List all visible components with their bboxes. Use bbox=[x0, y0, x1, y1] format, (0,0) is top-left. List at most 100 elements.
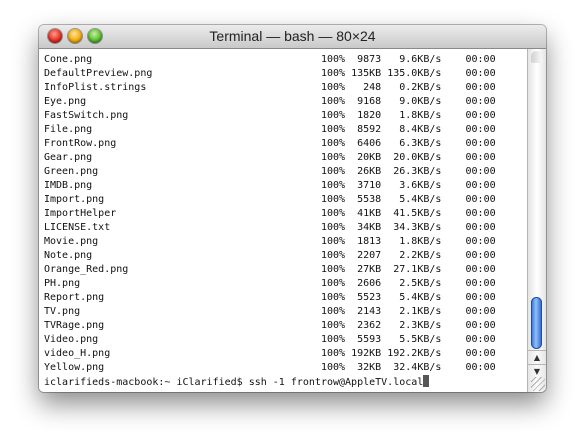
transfer-rate: 26.3KB/s bbox=[393, 166, 442, 177]
file-name: Report.png bbox=[44, 292, 105, 303]
transfer-row: TV.png 100% 2143 2.1KB/s 00:00 bbox=[44, 305, 496, 319]
transfer-time: 00:00 bbox=[465, 138, 496, 149]
transfer-rate: 5.5KB/s bbox=[399, 334, 442, 345]
transfer-time: 00:00 bbox=[465, 124, 496, 135]
transfer-size: 5538 bbox=[357, 194, 382, 205]
transfer-rate: 1.8KB/s bbox=[399, 236, 442, 247]
transfer-rate: 41.5KB/s bbox=[393, 208, 442, 219]
transfer-size: 9873 bbox=[357, 54, 382, 65]
file-name: Movie.png bbox=[44, 236, 99, 247]
transfer-rate: 27.1KB/s bbox=[393, 264, 442, 275]
transfer-percent: 100% bbox=[320, 306, 346, 317]
transfer-row: PH.png 100% 2606 2.5KB/s 00:00 bbox=[44, 277, 496, 291]
transfer-size: 248 bbox=[363, 82, 382, 93]
transfer-size: 5593 bbox=[357, 334, 382, 345]
file-name: FrontRow.png bbox=[44, 138, 117, 149]
file-name: Note.png bbox=[44, 250, 93, 261]
vertical-scrollbar[interactable]: ▲ ▼ bbox=[527, 49, 546, 392]
transfer-rate: 6.3KB/s bbox=[399, 138, 442, 149]
terminal-content[interactable]: Cone.png 100% 9873 9.6KB/s 00:00 DefaultP… bbox=[39, 49, 528, 392]
transfer-time: 00:00 bbox=[465, 180, 496, 191]
transfer-percent: 100% bbox=[320, 348, 346, 359]
terminal-window: Terminal — bash — 80×24 Cone.png 100% 98… bbox=[39, 25, 546, 392]
transfer-rate: 8.4KB/s bbox=[399, 124, 442, 135]
transfer-row: Video.png 100% 5593 5.5KB/s 00:00 bbox=[44, 333, 496, 347]
transfer-size: 2606 bbox=[357, 278, 382, 289]
transfer-size: 1820 bbox=[357, 110, 382, 121]
transfer-size: 26KB bbox=[357, 166, 382, 177]
transfer-size: 41KB bbox=[357, 208, 382, 219]
command-input[interactable]: ssh -1 frontrow@AppleTV.local bbox=[249, 377, 424, 388]
text-cursor bbox=[423, 375, 430, 387]
transfer-time: 00:00 bbox=[465, 54, 496, 65]
transfer-percent: 100% bbox=[320, 180, 346, 191]
transfer-time: 00:00 bbox=[465, 194, 496, 205]
terminal-output: Cone.png 100% 9873 9.6KB/s 00:00 DefaultP… bbox=[44, 53, 496, 389]
transfer-percent: 100% bbox=[320, 264, 346, 275]
transfer-row: Import.png 100% 5538 5.4KB/s 00:00 bbox=[44, 193, 496, 207]
transfer-size: 5523 bbox=[357, 292, 382, 303]
file-name: File.png bbox=[44, 124, 93, 135]
file-name: Orange_Red.png bbox=[44, 264, 129, 275]
file-name: TV.png bbox=[44, 306, 81, 317]
resize-grip-icon[interactable] bbox=[531, 377, 545, 391]
transfer-size: 34KB bbox=[357, 222, 382, 233]
transfer-size: 2362 bbox=[357, 320, 382, 331]
transfer-row: Movie.png 100% 1813 1.8KB/s 00:00 bbox=[44, 235, 496, 249]
scroll-down-arrow[interactable]: ▼ bbox=[528, 364, 546, 378]
shell-prompt: iclarifieds-macbook:~ iClarified$ bbox=[44, 377, 249, 388]
transfer-row: InfoPlist.strings 100% 248 0.2KB/s 00:00 bbox=[44, 81, 496, 95]
transfer-size: 32KB bbox=[357, 362, 382, 373]
transfer-size: 2207 bbox=[357, 250, 382, 261]
transfer-percent: 100% bbox=[320, 320, 346, 331]
transfer-row: Report.png 100% 5523 5.4KB/s 00:00 bbox=[44, 291, 496, 305]
transfer-percent: 100% bbox=[320, 54, 346, 65]
transfer-size: 8592 bbox=[357, 124, 382, 135]
transfer-percent: 100% bbox=[320, 362, 346, 373]
transfer-time: 00:00 bbox=[465, 306, 496, 317]
transfer-time: 00:00 bbox=[465, 334, 496, 345]
transfer-time: 00:00 bbox=[465, 222, 496, 233]
transfer-percent: 100% bbox=[320, 292, 346, 303]
file-name: ImportHelper bbox=[44, 208, 117, 219]
file-name: PH.png bbox=[44, 278, 81, 289]
transfer-row: LICENSE.txt 100% 34KB 34.3KB/s 00:00 bbox=[44, 221, 496, 235]
transfer-row: Note.png 100% 2207 2.2KB/s 00:00 bbox=[44, 249, 496, 263]
scroll-up-arrow[interactable]: ▲ bbox=[528, 350, 546, 364]
transfer-row: IMDB.png 100% 3710 3.6KB/s 00:00 bbox=[44, 179, 496, 193]
transfer-row: video_H.png 100% 192KB 192.2KB/s 00:00 bbox=[44, 347, 496, 361]
transfer-rate: 9.6KB/s bbox=[399, 54, 442, 65]
transfer-size: 3710 bbox=[357, 180, 382, 191]
scrollbar-thumb[interactable] bbox=[531, 297, 542, 349]
transfer-percent: 100% bbox=[320, 152, 346, 163]
file-name: LICENSE.txt bbox=[44, 222, 111, 233]
transfer-rate: 1.8KB/s bbox=[399, 110, 442, 121]
transfer-percent: 100% bbox=[320, 334, 346, 345]
transfer-time: 00:00 bbox=[465, 68, 496, 79]
transfer-row: TVRage.png 100% 2362 2.3KB/s 00:00 bbox=[44, 319, 496, 333]
transfer-row: FrontRow.png 100% 6406 6.3KB/s 00:00 bbox=[44, 137, 496, 151]
file-name: Eye.png bbox=[44, 96, 87, 107]
transfer-percent: 100% bbox=[320, 194, 346, 205]
transfer-row: DefaultPreview.png 100% 135KB 135.0KB/s … bbox=[44, 67, 496, 81]
transfer-percent: 100% bbox=[320, 138, 346, 149]
transfer-rate: 9.0KB/s bbox=[399, 96, 442, 107]
transfer-row: Orange_Red.png 100% 27KB 27.1KB/s 00:00 bbox=[44, 263, 496, 277]
transfer-size: 2143 bbox=[357, 306, 382, 317]
transfer-rate: 2.3KB/s bbox=[399, 320, 442, 331]
title-bar[interactable]: Terminal — bash — 80×24 bbox=[39, 25, 546, 49]
transfer-time: 00:00 bbox=[465, 278, 496, 289]
transfer-rate: 5.4KB/s bbox=[399, 292, 442, 303]
transfer-row: Gear.png 100% 20KB 20.0KB/s 00:00 bbox=[44, 151, 496, 165]
transfer-row: Eye.png 100% 9168 9.0KB/s 00:00 bbox=[44, 95, 496, 109]
file-name: DefaultPreview.png bbox=[44, 68, 153, 79]
transfer-row: FastSwitch.png 100% 1820 1.8KB/s 00:00 bbox=[44, 109, 496, 123]
transfer-rate: 2.5KB/s bbox=[399, 278, 442, 289]
transfer-row: Yellow.png 100% 32KB 32.4KB/s 00:00 bbox=[44, 361, 496, 375]
prompt-line[interactable]: iclarifieds-macbook:~ iClarified$ ssh -1… bbox=[44, 375, 496, 389]
transfer-time: 00:00 bbox=[465, 236, 496, 247]
scrollbar-cap bbox=[531, 51, 542, 63]
transfer-percent: 100% bbox=[320, 68, 346, 79]
transfer-row: Green.png 100% 26KB 26.3KB/s 00:00 bbox=[44, 165, 496, 179]
transfer-percent: 100% bbox=[320, 124, 346, 135]
